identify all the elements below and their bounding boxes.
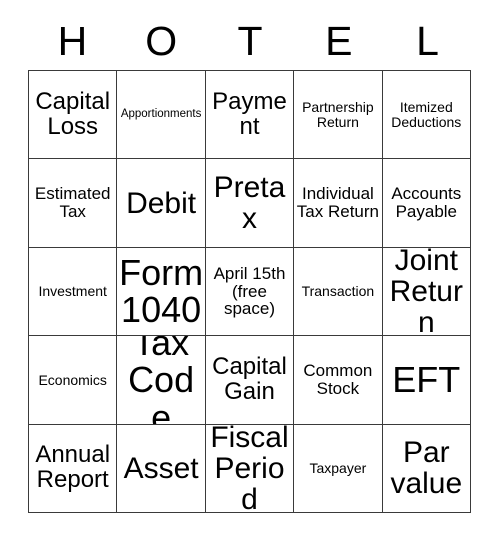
bingo-cell[interactable]: Transaction xyxy=(294,247,383,337)
bingo-cell-label: Estimated Tax xyxy=(34,184,111,222)
bingo-card: H O T E L Capital Loss Apportionments Pa… xyxy=(0,0,500,544)
bingo-cell[interactable]: Individual Tax Return xyxy=(294,159,383,248)
bingo-cell-label: Annual Report xyxy=(35,441,111,494)
bingo-cell-label: Payment xyxy=(212,87,287,140)
bingo-cell-label: Asset xyxy=(123,451,199,485)
bingo-cell[interactable]: Partnership Return xyxy=(294,71,383,160)
header-letter-1: O xyxy=(145,17,178,64)
bingo-cell-label: Par value xyxy=(390,436,463,501)
bingo-cell[interactable]: Accounts Payable xyxy=(382,159,471,248)
bingo-cell-label: Capital Loss xyxy=(35,87,111,140)
bingo-cell-label: Individual Tax Return xyxy=(296,184,379,222)
bingo-cell[interactable]: Economics xyxy=(29,336,118,425)
bingo-cell-label: Accounts Payable xyxy=(391,184,462,222)
bingo-cell-label: EFT xyxy=(392,359,461,401)
bingo-cell[interactable]: Estimated Tax xyxy=(29,159,118,248)
bingo-cell[interactable]: Joint Return xyxy=(382,247,471,337)
bingo-cell-label: Form 1040 xyxy=(119,252,204,331)
bingo-cell[interactable]: Itemized Deductions xyxy=(382,71,471,160)
bingo-cell[interactable]: Debit xyxy=(117,159,206,248)
bingo-cell-label: Apportionments xyxy=(120,107,202,120)
bingo-cell-label: Investment xyxy=(38,283,107,300)
bingo-cell[interactable]: Par value xyxy=(382,424,471,513)
bingo-cell-label: Tax Code xyxy=(128,336,195,425)
bingo-cell-label: Pretax xyxy=(213,170,286,236)
bingo-cell-label: Capital Gain xyxy=(212,352,287,405)
header-letter-2: T xyxy=(237,17,263,64)
bingo-cell[interactable]: Annual Report xyxy=(29,424,118,513)
bingo-cell[interactable]: Form 1040 xyxy=(117,247,206,337)
bingo-cell-label: Fiscal Period xyxy=(210,424,289,513)
bingo-cell[interactable]: Payment xyxy=(205,71,295,160)
bingo-header: H O T E L xyxy=(28,16,472,66)
header-letter-0: H xyxy=(57,17,88,64)
bingo-cell-free-space[interactable]: April 15th (free space) xyxy=(205,247,295,337)
bingo-cell-label: Transaction xyxy=(301,283,375,300)
header-letter-4: L xyxy=(416,17,439,64)
bingo-cell-label: Common Stock xyxy=(303,361,373,398)
bingo-cell-label: Itemized Deductions xyxy=(391,99,462,130)
bingo-cell[interactable]: Asset xyxy=(117,424,206,513)
bingo-cell[interactable]: Taxpayer xyxy=(294,424,383,513)
bingo-cell-label: Partnership Return xyxy=(302,99,374,130)
bingo-cell[interactable]: Fiscal Period xyxy=(205,424,295,513)
bingo-cell[interactable]: Capital Gain xyxy=(205,336,295,425)
header-letter-3: E xyxy=(325,17,353,64)
bingo-cell[interactable]: Apportionments xyxy=(117,71,206,160)
bingo-cell-label: Debit xyxy=(126,186,197,220)
bingo-cell-label: Taxpayer xyxy=(309,460,367,477)
bingo-cell[interactable]: Common Stock xyxy=(294,336,383,425)
bingo-cell-label: April 15th (free space) xyxy=(213,263,286,319)
bingo-grid: Capital Loss Apportionments Payment Part… xyxy=(28,70,471,513)
bingo-cell[interactable]: Investment xyxy=(29,247,118,337)
bingo-cell[interactable]: Pretax xyxy=(205,159,295,248)
bingo-cell[interactable]: Tax Code xyxy=(117,336,206,425)
bingo-cell-label: Economics xyxy=(38,371,107,388)
bingo-cell-label: Joint Return xyxy=(389,247,463,337)
bingo-cell[interactable]: EFT xyxy=(382,336,471,425)
bingo-cell[interactable]: Capital Loss xyxy=(29,71,118,160)
